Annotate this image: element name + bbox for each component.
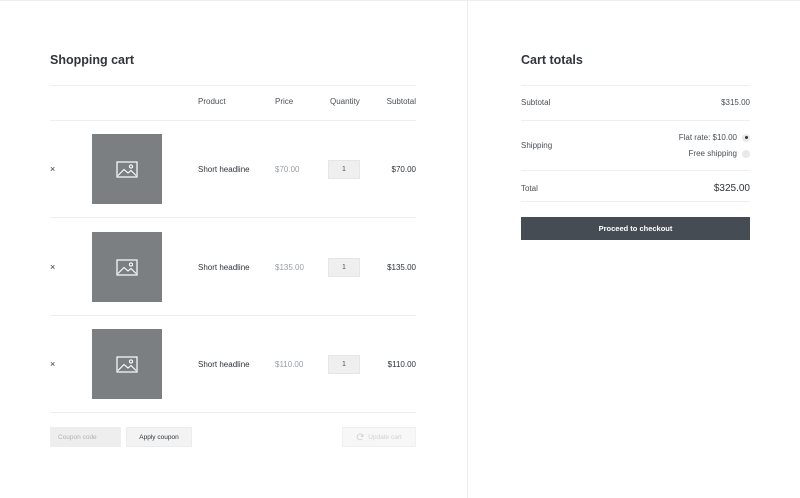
row-subtotal: $110.00 bbox=[387, 360, 416, 369]
quantity-input[interactable] bbox=[328, 258, 360, 277]
apply-coupon-button[interactable]: Apply coupon bbox=[126, 427, 192, 447]
subtotal-label: Subtotal bbox=[521, 98, 551, 107]
product-name[interactable]: Short headline bbox=[198, 360, 250, 369]
image-placeholder-icon bbox=[116, 355, 138, 373]
table-row: × Short headline $135.00 $135.00 bbox=[50, 218, 416, 315]
update-cart-button[interactable]: Update cart bbox=[342, 427, 416, 447]
product-name[interactable]: Short headline bbox=[198, 165, 250, 174]
product-thumbnail[interactable] bbox=[92, 134, 162, 204]
image-placeholder-icon bbox=[116, 258, 138, 276]
remove-item-button[interactable]: × bbox=[50, 262, 55, 272]
remove-item-button[interactable]: × bbox=[50, 359, 55, 369]
column-header-product: Product bbox=[198, 97, 226, 106]
table-row: × Short headline $70.00 $70.00 bbox=[50, 120, 416, 217]
panel-divider bbox=[467, 0, 468, 498]
total-value: $325.00 bbox=[713, 183, 750, 194]
shipping-option-label: Flat rate: $10.00 bbox=[678, 133, 737, 142]
update-cart-label: Update cart bbox=[368, 433, 402, 441]
cart-totals-title: Cart totals bbox=[521, 53, 583, 67]
table-bottom-divider bbox=[50, 412, 416, 413]
shipping-label: Shipping bbox=[521, 141, 553, 150]
shopping-cart-panel: Shopping cart Product Price Quantity Sub… bbox=[50, 0, 416, 498]
coupon-code-input[interactable] bbox=[50, 427, 121, 447]
product-price: $110.00 bbox=[275, 360, 304, 369]
shopping-cart-title: Shopping cart bbox=[50, 53, 135, 67]
subtotal-value: $315.00 bbox=[721, 98, 750, 107]
column-header-price: Price bbox=[275, 97, 294, 106]
quantity-input[interactable] bbox=[328, 355, 360, 374]
refresh-icon bbox=[356, 433, 364, 441]
row-subtotal: $135.00 bbox=[387, 263, 416, 272]
table-row: × Short headline $110.00 $110.00 bbox=[50, 315, 416, 412]
product-price: $70.00 bbox=[275, 165, 300, 174]
shipping-option-flat-rate[interactable]: Flat rate: $10.00 bbox=[679, 133, 750, 142]
product-thumbnail[interactable] bbox=[92, 329, 162, 399]
totals-top-divider bbox=[521, 85, 750, 86]
table-top-divider bbox=[50, 85, 416, 86]
cart-totals-panel: Cart totals Subtotal $315.00 Shipping Fl… bbox=[521, 0, 750, 498]
shipping-option-label: Free shipping bbox=[688, 149, 737, 158]
radio-selected-icon[interactable] bbox=[742, 133, 750, 142]
row-subtotal: $70.00 bbox=[391, 165, 416, 174]
cart-page: Shopping cart Product Price Quantity Sub… bbox=[0, 0, 800, 498]
proceed-to-checkout-button[interactable]: Proceed to checkout bbox=[521, 217, 750, 240]
subtotal-divider bbox=[521, 120, 750, 121]
image-placeholder-icon bbox=[116, 160, 138, 178]
remove-item-button[interactable]: × bbox=[50, 164, 55, 174]
total-label: Total bbox=[521, 184, 538, 193]
column-header-subtotal: Subtotal bbox=[386, 97, 416, 106]
product-name[interactable]: Short headline bbox=[198, 263, 250, 272]
quantity-input[interactable] bbox=[328, 160, 360, 179]
radio-unselected-icon[interactable] bbox=[742, 149, 750, 158]
column-header-quantity: Quantity bbox=[330, 97, 360, 106]
shipping-divider bbox=[521, 170, 750, 171]
total-divider bbox=[521, 201, 750, 202]
shipping-option-free[interactable]: Free shipping bbox=[689, 149, 750, 158]
product-price: $135.00 bbox=[275, 263, 304, 272]
product-thumbnail[interactable] bbox=[92, 232, 162, 302]
